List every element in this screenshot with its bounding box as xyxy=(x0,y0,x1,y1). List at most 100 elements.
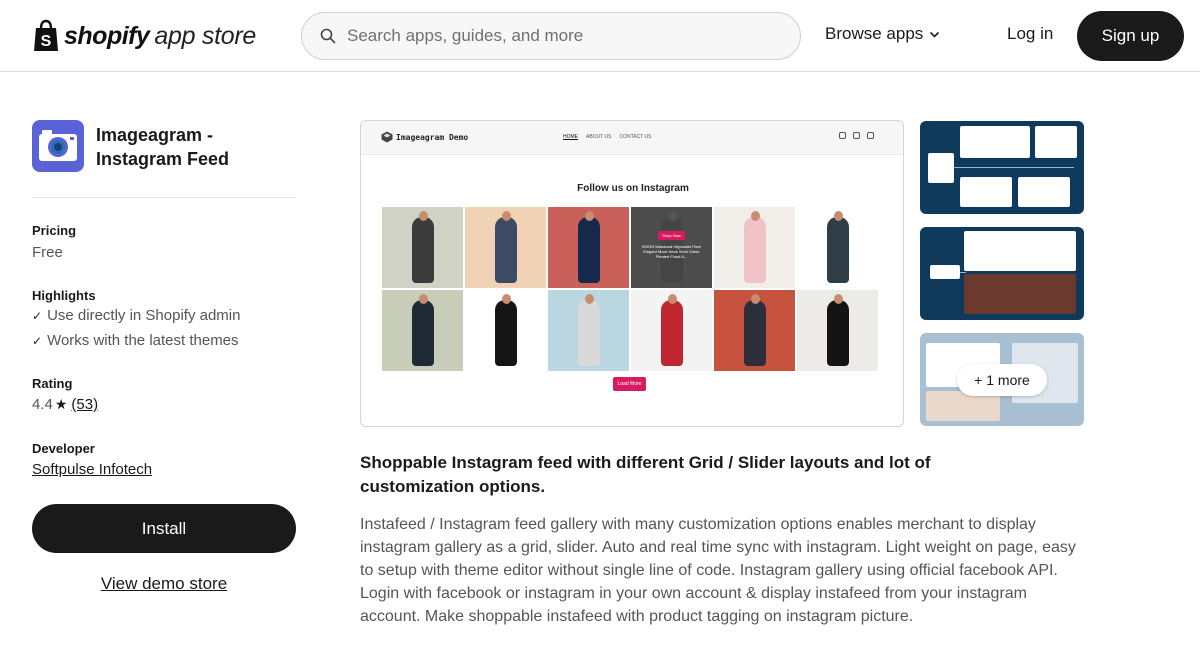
app-tagline: Shoppable Instagram feed with different … xyxy=(360,453,931,496)
demo-site-icons xyxy=(839,132,874,139)
signup-button[interactable]: Sign up xyxy=(1077,11,1184,61)
top-header: S shopify app store Browse apps Log in S… xyxy=(0,0,1200,72)
checkmark-icon: ✓ xyxy=(32,308,43,323)
camera-icon xyxy=(39,130,77,161)
model-head xyxy=(750,211,760,221)
thumb-connector xyxy=(960,272,966,273)
cube-logo-icon xyxy=(381,131,393,143)
instagram-tile xyxy=(382,290,463,371)
search-icon xyxy=(320,28,336,44)
model-dress xyxy=(411,300,434,366)
model-head xyxy=(584,294,594,304)
shopify-app-store-logo[interactable]: S shopify app store xyxy=(32,18,256,54)
rating-row: 4.4 ★ (53) xyxy=(32,396,98,413)
view-demo-store-link[interactable]: View demo store xyxy=(32,574,296,594)
svg-text:S: S xyxy=(41,33,52,50)
browse-apps-dropdown[interactable]: Browse apps xyxy=(825,24,940,44)
model-head xyxy=(833,211,843,221)
more-screenshots-button[interactable]: + 1 more xyxy=(957,364,1047,396)
demo-nav-item: HOME xyxy=(563,134,578,140)
star-icon: ★ xyxy=(54,396,68,412)
thumb-card xyxy=(1035,126,1077,158)
model-head xyxy=(584,211,594,221)
model-head xyxy=(418,211,428,221)
chevron-down-icon xyxy=(930,31,940,38)
model-dress xyxy=(826,217,849,283)
demo-nav-item: CONTACT US xyxy=(619,134,652,140)
model-dress xyxy=(577,300,600,366)
model-head xyxy=(501,294,511,304)
app-title: Imageagram - Instagram Feed xyxy=(96,125,230,169)
rating-count-link[interactable]: (53) xyxy=(71,396,98,413)
instagram-tile xyxy=(714,290,795,371)
login-link[interactable]: Log in xyxy=(1007,24,1053,44)
model-head xyxy=(667,294,677,304)
sidebar-divider xyxy=(32,197,296,198)
tile-hover-overlay: Shop Now SHEIN Waistcoat Highwaist Flare … xyxy=(631,207,712,288)
instagram-grid: Shop Now SHEIN Waistcoat Highwaist Flare … xyxy=(382,207,878,371)
install-button[interactable]: Install xyxy=(32,504,296,553)
instagram-tile xyxy=(465,207,546,288)
highlight-text: Use directly in Shopify admin xyxy=(47,307,241,324)
search-input[interactable] xyxy=(347,26,767,46)
app-screenshot-main[interactable]: Imageagram Demo HOME ABOUT US CONTACT US… xyxy=(360,120,904,427)
model-dress xyxy=(743,300,766,366)
search-bar[interactable] xyxy=(301,12,801,60)
instagram-tile: Shop Now SHEIN Waistcoat Highwaist Flare … xyxy=(631,207,712,288)
checkmark-icon: ✓ xyxy=(32,333,43,348)
shopify-bag-icon: S xyxy=(34,19,58,51)
thumb-card xyxy=(964,231,1076,271)
demo-nav-item: ABOUT US xyxy=(586,134,612,140)
highlights-label: Highlights xyxy=(32,288,96,303)
thumb-card xyxy=(960,126,1030,158)
instagram-tile xyxy=(631,290,712,371)
highlight-item: ✓ Works with the latest themes xyxy=(32,332,239,349)
view-demo-store-label: View demo store xyxy=(100,574,228,593)
instagram-tile xyxy=(714,207,795,288)
model-head xyxy=(418,294,428,304)
model-dress xyxy=(494,217,517,283)
instagram-tile xyxy=(797,290,878,371)
thumb-card xyxy=(930,265,960,279)
model-dress xyxy=(826,300,849,366)
pricing-label: Pricing xyxy=(32,223,77,238)
thumb-connector xyxy=(954,167,1074,168)
model-dress xyxy=(743,217,766,283)
model-dress xyxy=(494,300,517,366)
pricing-value: Free xyxy=(32,244,63,261)
thumb-card xyxy=(960,177,1012,207)
model-dress xyxy=(660,300,683,366)
model-dress xyxy=(411,217,434,283)
model-head xyxy=(501,211,511,221)
app-description: Instafeed / Instagram feed gallery with … xyxy=(360,516,1076,625)
model-head xyxy=(833,294,843,304)
demo-site-logo: Imageagram Demo xyxy=(381,131,468,143)
screenshot-thumbnail[interactable] xyxy=(920,227,1084,320)
model-dress xyxy=(577,217,600,283)
instagram-tile xyxy=(548,207,629,288)
demo-site-header: Imageagram Demo HOME ABOUT US CONTACT US xyxy=(361,121,903,155)
shop-now-button: Shop Now xyxy=(658,231,685,240)
thumb-card xyxy=(1018,177,1070,207)
instagram-tile xyxy=(797,207,878,288)
highlight-item: ✓ Use directly in Shopify admin xyxy=(32,307,240,324)
user-icon xyxy=(853,132,860,139)
demo-feed-heading: Follow us on Instagram xyxy=(577,183,689,194)
thumb-card xyxy=(928,153,954,183)
instagram-tile xyxy=(465,290,546,371)
thumb-card xyxy=(964,274,1076,314)
search-icon xyxy=(839,132,846,139)
logo-wordmark: shopify xyxy=(64,21,150,50)
instagram-tile xyxy=(548,290,629,371)
demo-site-nav: HOME ABOUT US CONTACT US xyxy=(563,134,652,140)
developer-label: Developer xyxy=(32,441,95,456)
rating-label: Rating xyxy=(32,376,73,391)
rating-value: 4.4 xyxy=(32,396,53,413)
logo-subtitle: app store xyxy=(154,21,256,50)
developer-link[interactable]: Softpulse Infotech xyxy=(32,461,152,478)
instagram-tile xyxy=(382,207,463,288)
app-icon xyxy=(32,120,84,172)
screenshot-thumbnail[interactable] xyxy=(920,121,1084,214)
overlay-product-text: SHEIN Waistcoat Highwaist Flare Elegant … xyxy=(641,244,702,259)
highlight-text: Works with the latest themes xyxy=(47,332,239,349)
